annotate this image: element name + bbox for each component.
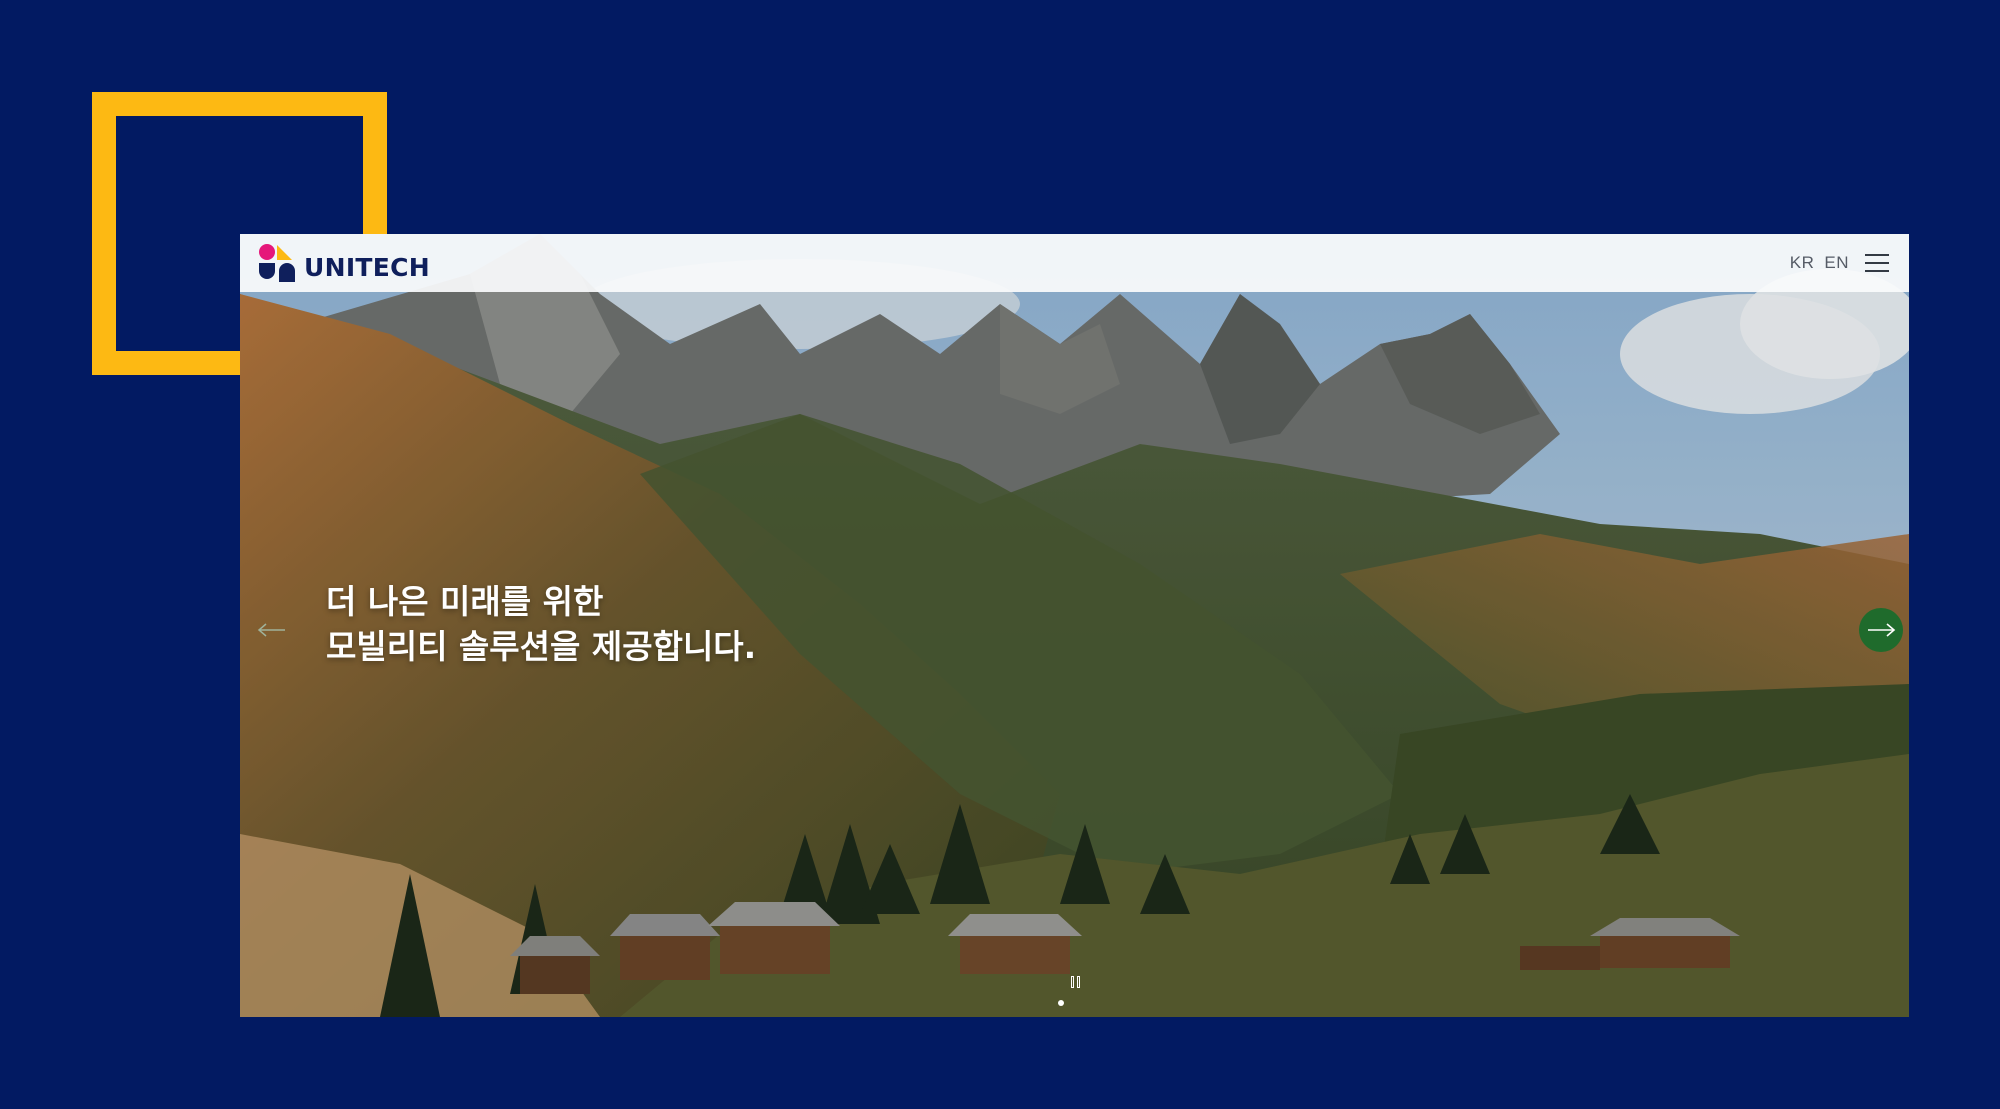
logo-wordmark: UNITECH: [304, 252, 431, 282]
language-en-link[interactable]: EN: [1824, 253, 1849, 273]
unitech-logo-icon: [259, 244, 295, 282]
header-utilities: KR EN: [1790, 253, 1889, 273]
unitech-logo[interactable]: UNITECH: [256, 242, 430, 284]
website-screenshot: UNITECH KR EN 더 나은 미래를 위한 모빌리티 솔루션을 제공합니…: [240, 234, 1909, 1017]
language-kr-link[interactable]: KR: [1790, 253, 1815, 273]
pagination-dot-active[interactable]: [1058, 1000, 1064, 1006]
presentation-stage: UNITECH KR EN 더 나은 미래를 위한 모빌리티 솔루션을 제공합니…: [0, 0, 2000, 1109]
slider-pagination: [1058, 1000, 1064, 1006]
arrow-right-icon: [1868, 623, 1896, 637]
slider-prev-button[interactable]: [250, 608, 294, 652]
hamburger-menu-icon[interactable]: [1865, 254, 1889, 272]
hero-headline-line1: 더 나은 미래를 위한: [326, 582, 604, 621]
pause-icon[interactable]: [1068, 976, 1082, 990]
hero-headline: 더 나은 미래를 위한 모빌리티 솔루션을 제공합니다.: [326, 579, 756, 669]
slider-next-button[interactable]: [1859, 608, 1903, 652]
arrow-left-icon: [257, 623, 285, 637]
hero-headline-line2: 모빌리티 솔루션을 제공합니다.: [326, 627, 757, 666]
site-header: UNITECH KR EN: [240, 234, 1909, 292]
